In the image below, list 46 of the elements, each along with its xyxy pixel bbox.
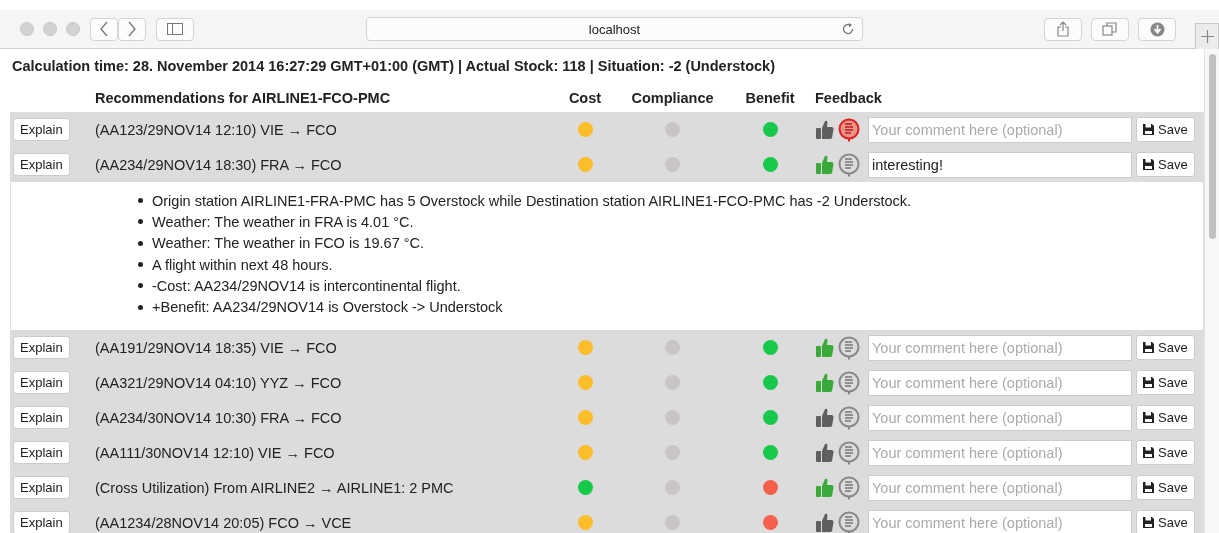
recommendation-label: (AA123/29NOV14 12:10) VIE → FCO bbox=[95, 121, 337, 138]
explanation-text: -Cost: AA234/29NOV14 is intercontinental flight. bbox=[152, 277, 461, 294]
save-button[interactable]: Save bbox=[1136, 440, 1195, 465]
explain-button[interactable]: Explain bbox=[13, 441, 70, 464]
recommendation-label: (AA234/29NOV14 18:30) FRA → FCO bbox=[95, 156, 342, 173]
comment-input[interactable]: Your comment here (optional) bbox=[868, 474, 1132, 501]
comment-input[interactable]: Your comment here (optional) bbox=[868, 334, 1132, 361]
address-bar[interactable]: localhost bbox=[366, 17, 863, 41]
save-button[interactable]: Save bbox=[1136, 370, 1195, 395]
save-button[interactable]: Save bbox=[1136, 475, 1195, 500]
explain-button[interactable]: Explain bbox=[13, 336, 70, 359]
explain-button[interactable]: Explain bbox=[13, 511, 70, 533]
recommendation-label: (AA111/30NOV14 12:10) VIE → FCO bbox=[95, 444, 335, 461]
recommendation-label: (AA234/30NOV14 10:30) FRA → FCO bbox=[95, 409, 342, 426]
column-header: Recommendations for AIRLINE1-FCO-PMC bbox=[95, 89, 392, 106]
recommendation-label: (Cross Utilization) From AIRLINE2 → AIRLINE1: 2 PMC bbox=[95, 479, 454, 496]
save-button[interactable]: Save bbox=[1136, 335, 1195, 360]
column-header: Cost bbox=[568, 89, 602, 106]
calculation-summary: Calculation time: 28. November 2014 16:27:29 GMT+01:00 (GMT) | Actual Stock: 118 | Situation: -2 (Understock) bbox=[11, 57, 776, 76]
explanation-text: Weather: The weather in FCO is 19.67 °C. bbox=[152, 235, 425, 252]
explanation-text: Origin station AIRLINE1-FRA-PMC has 5 Overstock while Destination station AIRLINE1-FCO-PMC has -2 Understock. bbox=[152, 192, 912, 209]
save-button[interactable]: Save bbox=[1136, 510, 1195, 533]
address-text: localhost bbox=[588, 21, 641, 37]
explain-button[interactable]: Explain bbox=[13, 153, 70, 176]
explanation-text: A flight within next 48 hours. bbox=[152, 256, 333, 273]
recommendation-label: (AA1234/28NOV14 20:05) FCO → VCE bbox=[95, 514, 352, 531]
comment-input[interactable]: Your comment here (optional) bbox=[868, 369, 1132, 396]
column-header: Benefit bbox=[745, 89, 795, 106]
save-button[interactable]: Save bbox=[1136, 117, 1195, 142]
explain-button[interactable]: Explain bbox=[13, 118, 70, 141]
comment-input[interactable]: Your comment here (optional) bbox=[868, 116, 1132, 143]
recommendation-label: (AA191/29NOV14 18:35) VIE → FCO bbox=[95, 339, 337, 356]
comment-input[interactable]: Your comment here (optional) bbox=[868, 404, 1132, 431]
comment-input[interactable]: interesting! bbox=[868, 151, 1132, 178]
explanation-text: Weather: The weather in FRA is 4.01 °C. bbox=[152, 213, 414, 230]
comment-input[interactable]: Your comment here (optional) bbox=[868, 509, 1132, 533]
explain-button[interactable]: Explain bbox=[13, 371, 70, 394]
column-header: Compliance bbox=[631, 89, 714, 106]
explain-button[interactable]: Explain bbox=[13, 476, 70, 499]
explanation-text: +Benefit: AA234/29NOV14 is Overstock -> Understock bbox=[152, 299, 503, 316]
save-button[interactable]: Save bbox=[1136, 405, 1195, 430]
save-button[interactable]: Save bbox=[1136, 152, 1195, 177]
explain-button[interactable]: Explain bbox=[13, 406, 70, 429]
column-header: Feedback bbox=[814, 89, 883, 106]
recommendation-label: (AA321/29NOV14 04:10) YYZ → FCO bbox=[95, 374, 342, 391]
comment-input[interactable]: Your comment here (optional) bbox=[868, 439, 1132, 466]
